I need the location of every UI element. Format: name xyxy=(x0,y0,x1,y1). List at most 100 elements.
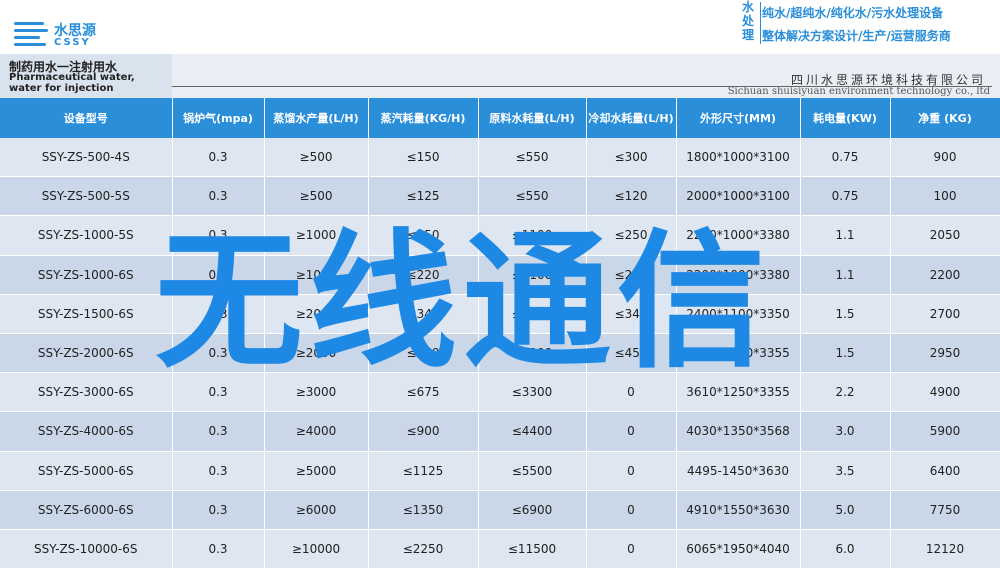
table-cell: ≤11500 xyxy=(478,529,587,570)
table-cell: 0.75 xyxy=(800,176,891,217)
service-badge: 水 处 理 xyxy=(737,0,759,46)
logo-en: CSSY xyxy=(54,37,91,48)
table-cell: 0.3 xyxy=(172,529,265,570)
table-cell: 7750 xyxy=(890,490,1000,530)
column-header: 外形尺寸(MM) xyxy=(676,98,801,138)
table-cell: 0 xyxy=(586,451,677,491)
column-header: 耗电量(KW) xyxy=(800,98,891,138)
table-cell: 0 xyxy=(586,490,677,530)
column-header: 净重 (KG) xyxy=(890,98,1000,138)
table-cell: 5.0 xyxy=(800,490,891,530)
table-cell: SSY-ZS-2000-6S xyxy=(0,333,173,374)
slogan-line1: 纯水/超纯水/纯化水/污水处理设备 xyxy=(762,6,944,20)
table-cell: SSY-ZS-5000-6S xyxy=(0,451,173,491)
table-cell: ≤120 xyxy=(586,176,677,217)
column-header: 冷却水耗量(L/H) xyxy=(586,98,677,138)
table-cell: ≥5000 xyxy=(264,451,369,491)
table-row: SSY-ZS-10000-6S 0.3 ≥10000 ≤2250 ≤11500 0 6065… xyxy=(0,529,1000,570)
badge-char: 水 xyxy=(741,0,754,14)
title-block: 制药用水一注射用水 Pharmaceutical water, water fo… xyxy=(0,54,172,98)
table-cell: 1.1 xyxy=(800,255,891,295)
column-header: 原料水耗量(L/H) xyxy=(478,98,587,138)
watermark-text: 无线通信 xyxy=(155,216,771,388)
table-cell: ≤300 xyxy=(586,138,677,178)
title-en: Pharmaceutical water, water for injectio… xyxy=(9,72,135,94)
table-cell: 2.2 xyxy=(800,372,891,413)
table-cell: 900 xyxy=(890,138,1000,178)
table-header-row: 设备型号 锅炉气(mpa) 蒸馏水产量(L/H) 蒸汽耗量(KG/H) 原料水耗… xyxy=(0,98,1000,138)
column-header: 蒸馏水产量(L/H) xyxy=(264,98,369,138)
divider xyxy=(172,86,992,87)
table-cell: ≤150 xyxy=(368,138,479,178)
table-cell: 2700 xyxy=(890,294,1000,334)
table-cell: 5900 xyxy=(890,411,1000,452)
title-band: 制药用水一注射用水 Pharmaceutical water, water fo… xyxy=(0,54,1000,98)
table-cell: SSY-ZS-3000-6S xyxy=(0,372,173,413)
table-cell: SSY-ZS-1000-5S xyxy=(0,215,173,256)
table-cell: 6065*1950*4040 xyxy=(676,529,801,570)
table-cell: ≤900 xyxy=(368,411,479,452)
table-cell: SSY-ZS-1500-6S xyxy=(0,294,173,334)
table-cell: 0.3 xyxy=(172,411,265,452)
table-cell: ≥4000 xyxy=(264,411,369,452)
divider xyxy=(760,2,761,44)
table-cell: ≤5500 xyxy=(478,451,587,491)
table-cell: 4900 xyxy=(890,372,1000,413)
table-cell: ≥500 xyxy=(264,176,369,217)
table-cell: SSY-ZS-500-4S xyxy=(0,138,173,178)
company-logo: 水思源 CSSY xyxy=(14,18,124,52)
table-cell: 6400 xyxy=(890,451,1000,491)
table-cell: ≤1350 xyxy=(368,490,479,530)
table-cell: 0.3 xyxy=(172,451,265,491)
table-cell: 3.0 xyxy=(800,411,891,452)
column-header: 锅炉气(mpa) xyxy=(172,98,265,138)
table-cell: 6.0 xyxy=(800,529,891,570)
table-cell: 100 xyxy=(890,176,1000,217)
table-cell: 4030*1350*3568 xyxy=(676,411,801,452)
table-cell: 3.5 xyxy=(800,451,891,491)
table-cell: SSY-ZS-1000-6S xyxy=(0,255,173,295)
table-cell: ≥6000 xyxy=(264,490,369,530)
company-name-en: Sichuan shuisiyuan environment technolog… xyxy=(727,86,990,97)
table-cell: 2950 xyxy=(890,333,1000,374)
table-row: SSY-ZS-4000-6S 0.3 ≥4000 ≤900 ≤4400 0 4030*135… xyxy=(0,411,1000,452)
slogan-line2: 整体解决方案设计/生产/运营服务商 xyxy=(762,29,951,43)
table-cell: 1.5 xyxy=(800,333,891,374)
waves-icon xyxy=(14,22,50,46)
table-row: SSY-ZS-500-5S 0.3 ≥500 ≤125 ≤550 ≤120 2000*100… xyxy=(0,176,1000,217)
column-header: 设备型号 xyxy=(0,98,173,138)
table-cell: SSY-ZS-500-5S xyxy=(0,176,173,217)
table-cell: 12120 xyxy=(890,529,1000,570)
table-cell: 2200 xyxy=(890,255,1000,295)
badge-char: 理 xyxy=(741,28,754,42)
table-cell: ≤125 xyxy=(368,176,479,217)
table-cell: ≤4400 xyxy=(478,411,587,452)
table-cell: 1.5 xyxy=(800,294,891,334)
table-cell: ≥10000 xyxy=(264,529,369,570)
table-cell: 0.75 xyxy=(800,138,891,178)
table-cell: 1800*1000*3100 xyxy=(676,138,801,178)
table-row: SSY-ZS-500-4S 0.3 ≥500 ≤150 ≤550 ≤300 1800*100… xyxy=(0,138,1000,178)
table-cell: 0.3 xyxy=(172,176,265,217)
table-cell: ≤2250 xyxy=(368,529,479,570)
table-cell: 0.3 xyxy=(172,490,265,530)
table-cell: ≤550 xyxy=(478,176,587,217)
table-cell: 2000*1000*3100 xyxy=(676,176,801,217)
table-cell: 1.1 xyxy=(800,215,891,256)
column-header: 蒸汽耗量(KG/H) xyxy=(368,98,479,138)
table-cell: ≥500 xyxy=(264,138,369,178)
table-cell: 2050 xyxy=(890,215,1000,256)
table-cell: 0 xyxy=(586,411,677,452)
table-cell: SSY-ZS-10000-6S xyxy=(0,529,173,570)
table-cell: 4910*1550*3630 xyxy=(676,490,801,530)
table-cell: ≤1125 xyxy=(368,451,479,491)
table-cell: SSY-ZS-4000-6S xyxy=(0,411,173,452)
badge-char: 处 xyxy=(741,14,754,28)
table-cell: ≤550 xyxy=(478,138,587,178)
table-row: SSY-ZS-5000-6S 0.3 ≥5000 ≤1125 ≤5500 0 4495-14… xyxy=(0,451,1000,491)
table-cell: ≤6900 xyxy=(478,490,587,530)
table-row: SSY-ZS-6000-6S 0.3 ≥6000 ≤1350 ≤6900 0 4910*15… xyxy=(0,490,1000,530)
table-cell: SSY-ZS-6000-6S xyxy=(0,490,173,530)
table-cell: 0 xyxy=(586,529,677,570)
table-cell: 0.3 xyxy=(172,138,265,178)
